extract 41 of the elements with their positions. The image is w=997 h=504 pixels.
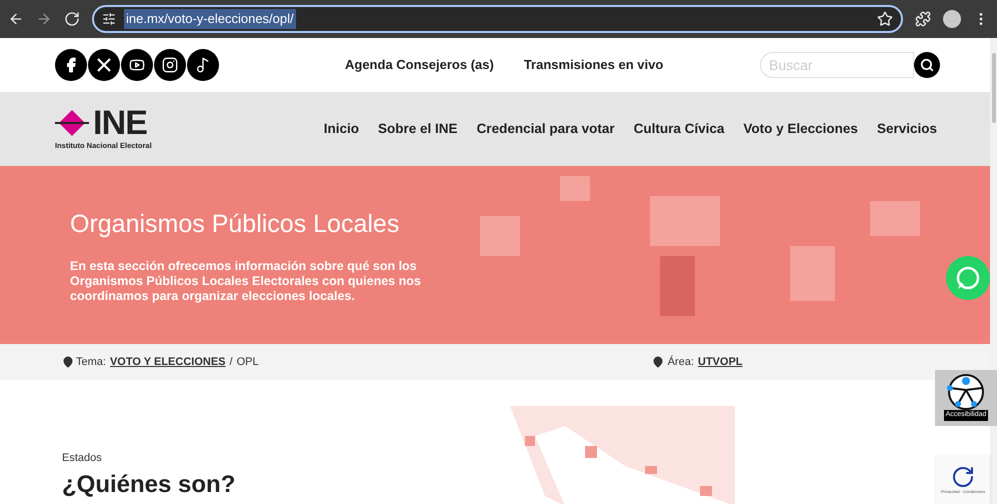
scrollbar-thumb[interactable]	[992, 53, 996, 123]
url-text: ine.mx/voto-y-elecciones/opl/	[124, 9, 296, 29]
recaptcha-icon	[951, 465, 975, 489]
profile-avatar[interactable]	[943, 10, 961, 28]
nav-link[interactable]: Servicios	[876, 118, 937, 140]
person-icon	[946, 374, 986, 410]
area-link[interactable]: UTVOPL	[698, 354, 743, 370]
back-icon[interactable]	[8, 11, 24, 27]
breadcrumb-separator: /	[230, 354, 233, 370]
nav-link[interactable]: Voto y Elecciones	[743, 118, 858, 140]
logo-wordmark: INE	[93, 106, 148, 140]
top-link[interactable]: Agenda Consejeros (as)	[345, 55, 494, 75]
diamond-logo-icon	[55, 110, 89, 136]
area-label: Área:	[668, 354, 694, 370]
reload-icon[interactable]	[64, 11, 80, 27]
top-link[interactable]: Transmisiones en vivo	[524, 55, 664, 75]
chat-bubble-icon	[955, 265, 981, 291]
extensions-icon[interactable]	[915, 11, 931, 27]
camera-icon[interactable]	[154, 49, 186, 81]
breadcrumb-current: OPL	[236, 354, 259, 370]
search-button[interactable]	[914, 52, 940, 78]
hero-title: Organismos Públicos Locales	[70, 208, 400, 240]
nav-link[interactable]: Cultura Cívica	[634, 118, 724, 140]
hero-description: En esta sección ofrecemos información sobre qué son los Organismos Públicos Locales Electorales con quienes nos coordinamos para organizar elecciones locales.	[70, 259, 422, 304]
site-settings-icon[interactable]	[102, 12, 116, 26]
section-title: ¿Quiénes son?	[62, 470, 236, 500]
nav-link[interactable]: Sobre el INE	[378, 118, 458, 140]
x-logo-icon[interactable]	[88, 49, 120, 81]
music-note-icon[interactable]	[187, 49, 219, 81]
pin-icon	[62, 356, 74, 368]
section-eyebrow: Estados	[62, 451, 102, 466]
play-icon[interactable]	[121, 49, 153, 81]
search-icon	[920, 58, 934, 72]
location-pin-icon	[652, 356, 664, 368]
nav-link[interactable]: Inicio	[324, 118, 360, 140]
breadcrumb-link[interactable]: VOTO Y ELECCIONES	[110, 354, 226, 370]
nav-link[interactable]: Credencial para votar	[476, 118, 615, 140]
breadcrumb-label: Tema:	[76, 354, 106, 370]
bookmark-star-icon[interactable]	[877, 11, 893, 27]
address-bar[interactable]: ine.mx/voto-y-elecciones/opl/	[92, 5, 903, 33]
facebook-icon[interactable]	[55, 49, 87, 81]
